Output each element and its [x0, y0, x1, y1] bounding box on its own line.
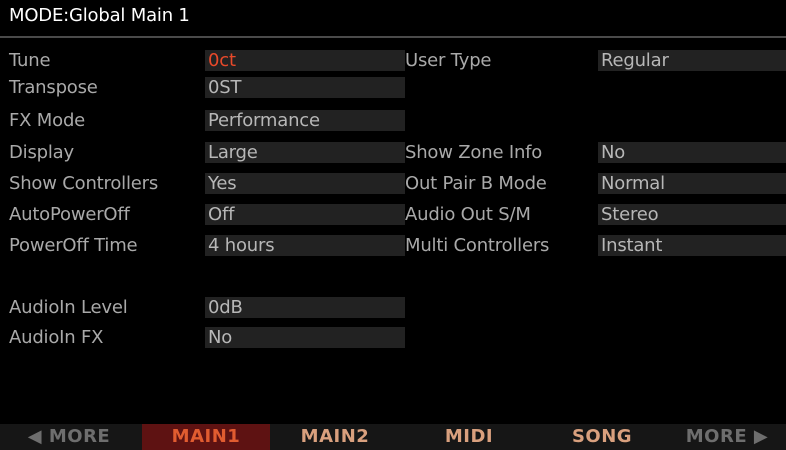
- param-value-show-controllers[interactable]: Yes: [205, 173, 405, 194]
- soft-button-more-right[interactable]: MORE ▶: [668, 424, 786, 450]
- param-value-autopoweroff[interactable]: Off: [205, 204, 405, 225]
- param-value-multi-controllers[interactable]: Instant: [598, 235, 786, 256]
- mode-title-bar: MODE:Global Main 1: [0, 0, 786, 35]
- soft-button-more-left[interactable]: ◀ MORE: [0, 424, 138, 450]
- param-label-audio-out-sm: Audio Out S/M: [405, 204, 531, 225]
- soft-button-song[interactable]: SONG: [538, 424, 666, 450]
- param-label-fx-mode: FX Mode: [9, 110, 86, 131]
- param-value-audio-out-sm[interactable]: Stereo: [598, 204, 786, 225]
- param-value-out-pair-b-mode[interactable]: Normal: [598, 173, 786, 194]
- param-label-multi-controllers: Multi Controllers: [405, 235, 550, 256]
- param-label-poweroff-time: PowerOff Time: [9, 235, 138, 256]
- title-divider: [0, 36, 786, 38]
- param-label-autopoweroff: AutoPowerOff: [9, 204, 130, 225]
- soft-button-main1[interactable]: MAIN1: [142, 424, 270, 450]
- param-value-user-type[interactable]: Regular: [598, 50, 786, 71]
- soft-button-bar: ◀ MORE MAIN1 MAIN2 MIDI SONG MORE ▶: [0, 424, 786, 450]
- param-value-fx-mode[interactable]: Performance: [205, 110, 405, 131]
- param-label-show-zone-info: Show Zone Info: [405, 142, 543, 163]
- param-label-transpose: Transpose: [9, 77, 98, 98]
- param-label-audioin-level: AudioIn Level: [9, 297, 128, 318]
- param-value-display[interactable]: Large: [205, 142, 405, 163]
- param-value-poweroff-time[interactable]: 4 hours: [205, 235, 405, 256]
- param-label-show-controllers: Show Controllers: [9, 173, 159, 194]
- param-label-audioin-fx: AudioIn FX: [9, 327, 104, 348]
- param-label-tune: Tune: [9, 50, 51, 71]
- param-label-display: Display: [9, 142, 74, 163]
- param-label-out-pair-b-mode: Out Pair B Mode: [405, 173, 547, 194]
- soft-button-midi[interactable]: MIDI: [402, 424, 536, 450]
- param-label-user-type: User Type: [405, 50, 492, 71]
- param-value-tune[interactable]: 0ct: [205, 50, 405, 71]
- param-value-audioin-fx[interactable]: No: [205, 327, 405, 348]
- param-value-audioin-level[interactable]: 0dB: [205, 297, 405, 318]
- param-value-show-zone-info[interactable]: No: [598, 142, 786, 163]
- mode-title: MODE:Global Main 1: [9, 5, 190, 26]
- param-value-transpose[interactable]: 0ST: [205, 77, 405, 98]
- soft-button-main2[interactable]: MAIN2: [272, 424, 398, 450]
